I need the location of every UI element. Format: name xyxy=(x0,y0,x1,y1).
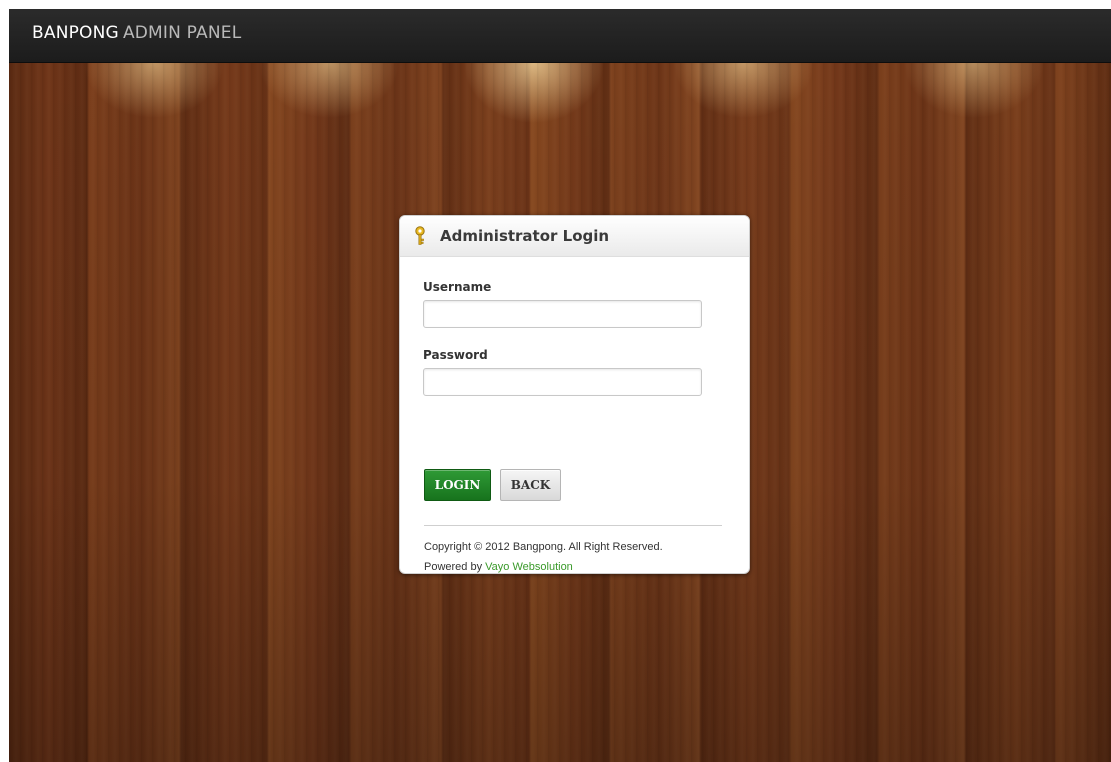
powered-by-prefix: Powered by xyxy=(424,561,483,573)
footer-divider xyxy=(424,525,722,526)
password-label: Password xyxy=(423,348,488,362)
key-icon xyxy=(415,226,425,245)
vayo-websolution-link[interactable]: Vayo Websolution xyxy=(485,561,573,573)
brand-name: BANPONG xyxy=(32,23,119,43)
login-title: Administrator Login xyxy=(440,227,610,245)
login-header: Administrator Login xyxy=(400,216,749,257)
back-button[interactable]: BACK xyxy=(500,469,561,501)
password-input[interactable] xyxy=(423,368,702,396)
app-frame: BANPONG ADMIN PANEL Administrator Login U… xyxy=(9,9,1111,762)
username-input[interactable] xyxy=(423,300,702,328)
top-bar: BANPONG ADMIN PANEL xyxy=(9,9,1111,63)
username-label: Username xyxy=(423,280,492,294)
copyright-text: Copyright © 2012 Bangpong. All Right Res… xyxy=(424,541,663,553)
login-panel: Administrator Login Username Password LO… xyxy=(399,215,750,574)
brand-subtitle: ADMIN PANEL xyxy=(122,23,242,43)
powered-by-text: Powered by Vayo Websolution xyxy=(424,561,573,573)
login-button[interactable]: LOGIN xyxy=(424,469,491,501)
brand-logo[interactable]: BANPONG ADMIN PANEL xyxy=(32,23,241,43)
